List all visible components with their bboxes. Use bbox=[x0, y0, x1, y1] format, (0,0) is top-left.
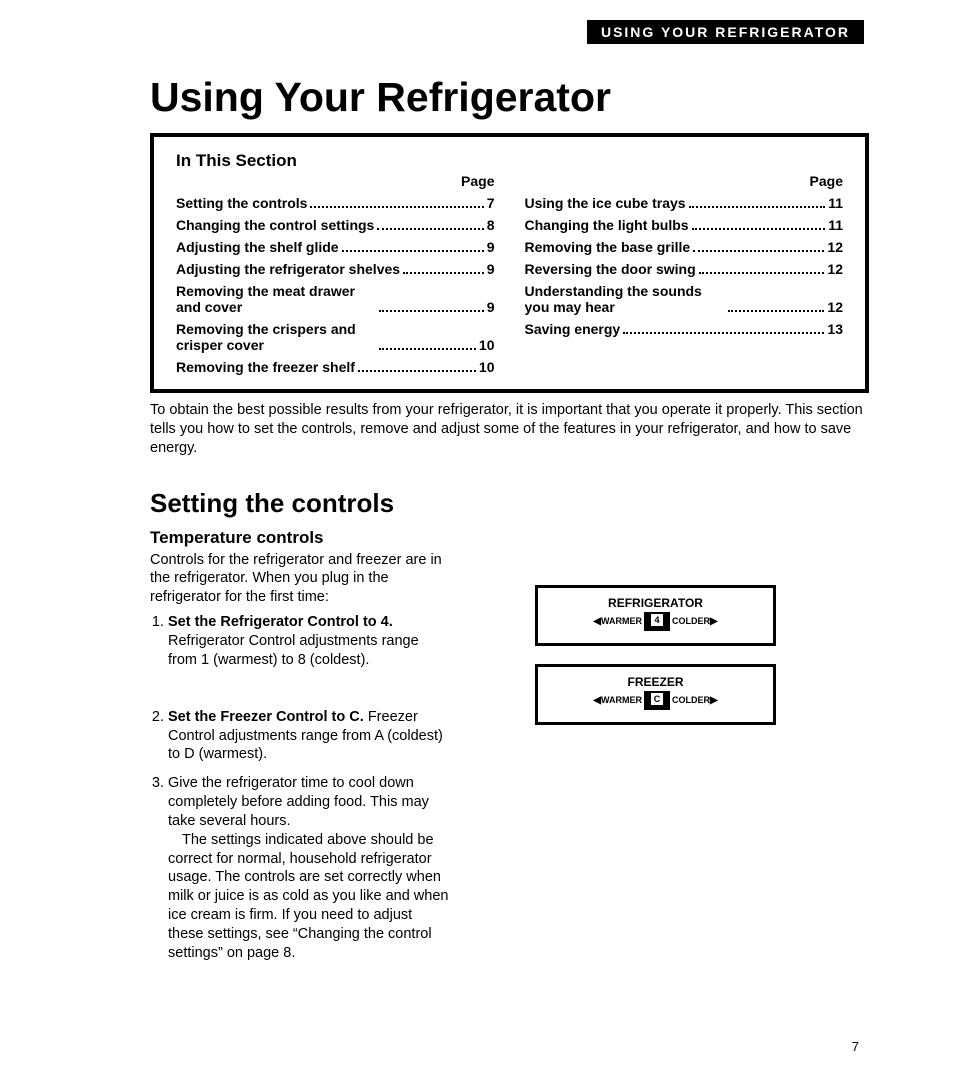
subheading-temperature: Temperature controls bbox=[150, 527, 450, 549]
step-3-body-b: The settings indicated above should be c… bbox=[168, 832, 448, 961]
toc-row: Adjusting the refrigerator shelves 9 bbox=[176, 261, 495, 277]
toc-label: Removing the meat drawer and cover bbox=[176, 283, 376, 315]
body-left-column: Temperature controls Controls for the re… bbox=[150, 521, 450, 973]
toc-label: Understanding the sounds you may hear bbox=[525, 283, 725, 315]
toc-row: Changing the light bulbs 11 bbox=[525, 217, 844, 233]
dial-value: 4 bbox=[651, 614, 663, 626]
toc-page: 12 bbox=[827, 239, 843, 255]
toc-page: 9 bbox=[487, 299, 495, 315]
left-arrow-icon: ◀ bbox=[593, 616, 601, 627]
refrigerator-dial-panel: REFRIGERATOR ◀ WARMER 4 COLDER ▶ bbox=[535, 585, 776, 646]
toc-box: In This Section Page Setting the control… bbox=[150, 133, 869, 393]
colder-label: COLDER bbox=[672, 695, 710, 705]
freezer-dial-panel: FREEZER ◀ WARMER C COLDER ▶ bbox=[535, 664, 776, 725]
toc-label: Removing the crispers and crisper cover bbox=[176, 321, 376, 353]
page-title: Using Your Refrigerator bbox=[150, 74, 869, 121]
toc-row: Using the ice cube trays 11 bbox=[525, 195, 844, 211]
toc-label: Changing the light bulbs bbox=[525, 217, 689, 233]
right-arrow-icon: ▶ bbox=[710, 616, 718, 627]
toc-page: 9 bbox=[487, 261, 495, 277]
toc-label: Reversing the door swing bbox=[525, 261, 696, 277]
toc-label: Adjusting the shelf glide bbox=[176, 239, 339, 255]
warmer-label: WARMER bbox=[601, 616, 642, 626]
toc-row: Removing the meat drawer and cover 9 bbox=[176, 283, 495, 315]
intro-paragraph: To obtain the best possible results from… bbox=[150, 401, 869, 458]
toc-page: 13 bbox=[827, 321, 843, 337]
toc-col-left: Page Setting the controls 7 Changing the … bbox=[176, 173, 495, 381]
toc-label: Changing the control settings bbox=[176, 217, 374, 233]
step-2: Set the Freezer Control to C. Freezer Co… bbox=[168, 708, 450, 765]
toc-label: Adjusting the refrigerator shelves bbox=[176, 261, 400, 277]
body-right-column: REFRIGERATOR ◀ WARMER 4 COLDER ▶ FREEZER… bbox=[535, 521, 869, 973]
toc-row: Removing the base grille 12 bbox=[525, 239, 844, 255]
toc-page: 12 bbox=[827, 261, 843, 277]
page-number: 7 bbox=[852, 1039, 859, 1054]
toc-label: Removing the freezer shelf bbox=[176, 359, 355, 375]
toc-label: Removing the base grille bbox=[525, 239, 691, 255]
toc-page-label: Page bbox=[176, 173, 495, 189]
step-3-body-a: Give the refrigerator time to cool down … bbox=[168, 775, 429, 829]
toc-row: Removing the freezer shelf 10 bbox=[176, 359, 495, 375]
toc-row: Removing the crispers and crisper cover 1… bbox=[176, 321, 495, 353]
lead-paragraph: Controls for the refrigerator and freeze… bbox=[150, 551, 450, 608]
refrigerator-dial-title: REFRIGERATOR bbox=[548, 596, 763, 610]
toc-page: 10 bbox=[479, 337, 495, 353]
right-arrow-icon: ▶ bbox=[710, 695, 718, 706]
header-bar: USING YOUR REFRIGERATOR bbox=[587, 20, 864, 44]
refrigerator-dial-knob: 4 bbox=[644, 612, 670, 631]
dial-value: C bbox=[651, 693, 663, 705]
toc-page: 11 bbox=[828, 195, 843, 211]
toc-col-right: Page Using the ice cube trays 11 Changing… bbox=[525, 173, 844, 381]
step-3: Give the refrigerator time to cool down … bbox=[168, 774, 450, 962]
freezer-dial-title: FREEZER bbox=[548, 675, 763, 689]
toc-page: 11 bbox=[828, 217, 843, 233]
toc-label: Using the ice cube trays bbox=[525, 195, 686, 211]
colder-label: COLDER bbox=[672, 616, 710, 626]
toc-row: Reversing the door swing 12 bbox=[525, 261, 844, 277]
toc-page-label: Page bbox=[525, 173, 844, 189]
warmer-label: WARMER bbox=[601, 695, 642, 705]
toc-label: Saving energy bbox=[525, 321, 621, 337]
step-2-head: Set the Freezer Control to C. bbox=[168, 709, 364, 725]
toc-page: 7 bbox=[487, 195, 495, 211]
toc-label: Setting the controls bbox=[176, 195, 307, 211]
toc-page: 8 bbox=[487, 217, 495, 233]
toc-row: Setting the controls 7 bbox=[176, 195, 495, 211]
toc-row: Understanding the sounds you may hear 12 bbox=[525, 283, 844, 315]
step-1-head: Set the Refrigerator Control to 4. bbox=[168, 614, 393, 630]
freezer-dial-knob: C bbox=[644, 691, 670, 710]
toc-page: 10 bbox=[479, 359, 495, 375]
toc-heading: In This Section bbox=[176, 151, 843, 171]
toc-row: Saving energy 13 bbox=[525, 321, 844, 337]
left-arrow-icon: ◀ bbox=[593, 695, 601, 706]
step-1: Set the Refrigerator Control to 4. Refri… bbox=[168, 613, 450, 670]
section-heading-setting: Setting the controls bbox=[150, 488, 869, 519]
toc-page: 9 bbox=[487, 239, 495, 255]
toc-page: 12 bbox=[827, 299, 843, 315]
step-1-body: Refrigerator Control adjustments range f… bbox=[168, 633, 419, 668]
toc-row: Adjusting the shelf glide 9 bbox=[176, 239, 495, 255]
toc-row: Changing the control settings 8 bbox=[176, 217, 495, 233]
